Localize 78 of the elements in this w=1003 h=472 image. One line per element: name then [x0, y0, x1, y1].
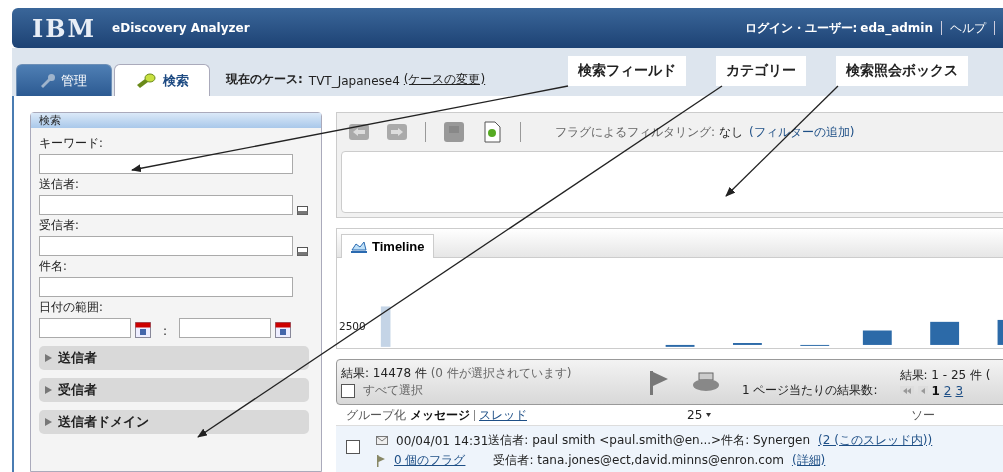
user-name: eda_admin	[860, 21, 933, 35]
group-by-label: グループ化	[346, 406, 406, 424]
calendar-icon[interactable]	[275, 322, 292, 338]
flag-icon	[376, 454, 386, 467]
group-option[interactable]: スレッド	[479, 406, 527, 424]
group-option[interactable]: メッセージ	[410, 406, 470, 424]
selection-count: (0 件が選択されています)	[430, 366, 572, 380]
date-field[interactable]	[179, 318, 272, 338]
chart-bar	[997, 319, 1003, 345]
per-page-dropdown[interactable]: 25	[687, 408, 712, 422]
calendar-icon[interactable]	[135, 322, 151, 338]
message-date: 00/04/01 14:31	[396, 433, 489, 448]
thread-link[interactable]: (2 (このスレッド内))	[818, 432, 933, 449]
filter-label: フラグによるフィルタリング:	[555, 123, 716, 141]
printer-icon[interactable]	[692, 372, 720, 392]
checkbox[interactable]	[341, 383, 355, 398]
help-link[interactable]: ヘルプ	[950, 19, 986, 37]
envelope-icon	[376, 436, 388, 445]
caret-icon	[706, 413, 712, 417]
input-field[interactable]	[39, 277, 293, 297]
case-label: 現在のケース:	[226, 71, 303, 88]
date-field[interactable]	[39, 318, 131, 338]
filter-value: なし	[719, 123, 744, 141]
browse-icon[interactable]	[297, 206, 308, 215]
chart-bar	[862, 330, 892, 345]
select-all-label: すべて選択	[363, 382, 423, 399]
flashlight-icon	[135, 72, 157, 89]
flag-icon[interactable]	[648, 369, 670, 395]
app-title: eDiscovery Analyzer	[112, 21, 250, 35]
tab[interactable]: 管理	[16, 64, 112, 96]
input-field[interactable]	[39, 236, 293, 256]
forward-icon[interactable]	[387, 124, 407, 140]
field-label: 日付の範囲:	[39, 300, 104, 315]
tab[interactable]: 検索	[114, 64, 210, 96]
page-link[interactable]: 1	[931, 383, 940, 398]
add-filter-link[interactable]: (フィルターの追加)	[749, 123, 855, 141]
input-field[interactable]	[39, 195, 293, 215]
logo: IBM	[32, 13, 97, 43]
message-sender: 送信者: paul smith <paul.smith@en...>	[488, 432, 722, 449]
per-page-label: 1 ページ当たりの結果数:	[742, 382, 878, 397]
page-link[interactable]: 2	[943, 383, 952, 398]
callout-label: 検索フィールド	[568, 56, 686, 86]
change-case-link[interactable]: (ケースの変更)	[403, 71, 486, 88]
field-label: キーワード:	[39, 136, 104, 151]
result-count: 結果: 14478 件	[341, 366, 427, 380]
message-recipients: 受信者: tana.jones@ect,david.minns@enron.com	[493, 452, 784, 469]
save-icon[interactable]	[444, 122, 464, 142]
callout-label: カテゴリー	[716, 56, 806, 86]
result-range: 結果: 1 - 25 件 (	[899, 366, 991, 384]
user-label: ログイン・ユーザー:	[744, 19, 858, 37]
message-subject: 件名: Synergen	[721, 432, 811, 449]
browse-icon[interactable]	[297, 247, 308, 256]
field-label: 件名:	[39, 259, 68, 274]
field-label: 送信者:	[39, 177, 80, 192]
input-field[interactable]	[39, 154, 293, 174]
axis-tick-label: 2500	[339, 320, 366, 332]
query-box[interactable]	[341, 151, 1003, 213]
callout-label: 検索照会ボックス	[836, 56, 968, 86]
chart-scrollbar[interactable]	[380, 306, 391, 347]
flag-count-link[interactable]: 0 個のフラグ	[394, 452, 466, 469]
document-icon[interactable]	[482, 121, 502, 143]
back-icon[interactable]	[349, 124, 369, 140]
timeline-tab[interactable]: Timeline	[341, 234, 434, 258]
category-section[interactable]: 受信者	[39, 378, 309, 402]
panel-title: 検索	[31, 113, 321, 128]
details-link[interactable]: (詳細)	[791, 452, 826, 469]
chart-bar	[930, 321, 960, 345]
date-separator: :	[163, 324, 168, 338]
category-section[interactable]: 送信者	[39, 346, 309, 370]
field-label: 受信者:	[39, 218, 80, 233]
wrench-icon	[41, 73, 55, 88]
checkbox[interactable]	[346, 440, 360, 454]
chart-bar	[665, 344, 695, 347]
page-link[interactable]: 3	[955, 383, 964, 398]
sort-label: ソー	[911, 406, 936, 424]
chart-icon	[350, 239, 368, 254]
case-name: TVT_Japanese4	[308, 74, 400, 88]
category-section[interactable]: 送信者ドメイン	[39, 410, 309, 434]
